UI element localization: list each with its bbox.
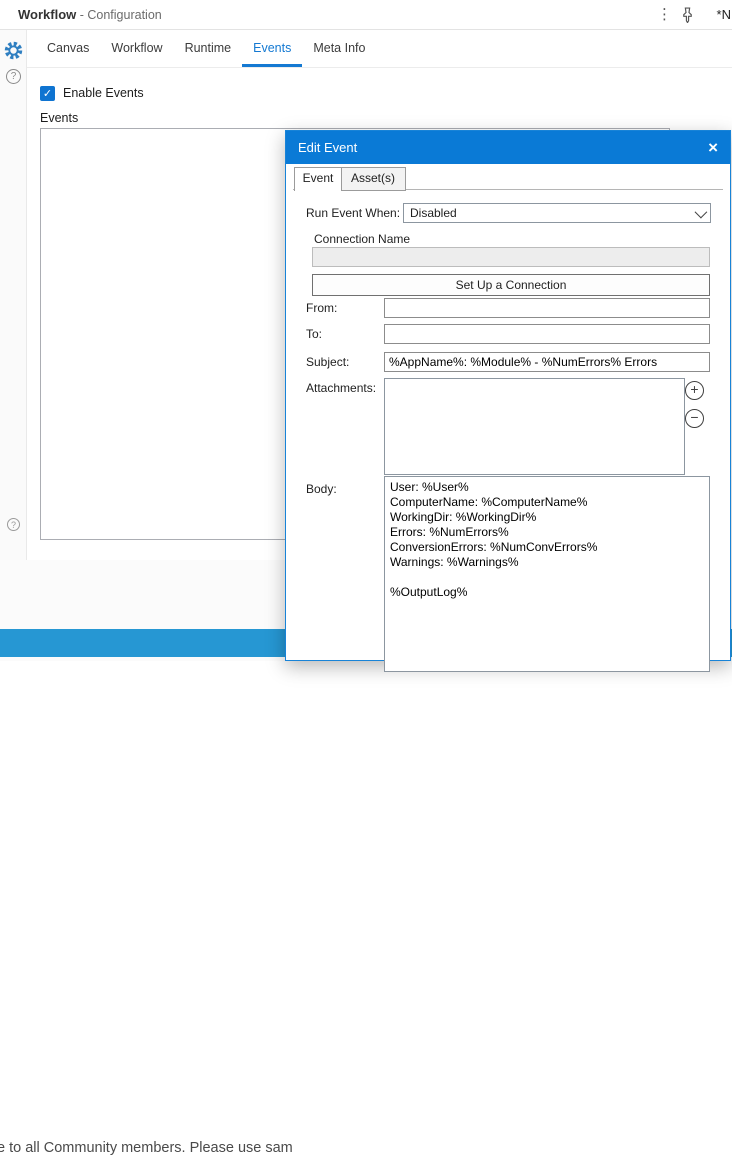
unsaved-workflow-hint: *N <box>716 7 731 22</box>
settings-gear-icon[interactable] <box>3 40 24 61</box>
more-options-icon[interactable]: ⋮ <box>657 6 672 24</box>
minus-icon: − <box>690 409 699 425</box>
body-label: Body: <box>306 482 337 496</box>
dialog-titlebar[interactable]: Edit Event × <box>286 131 730 164</box>
tab-workflow[interactable]: Workflow <box>100 30 173 67</box>
plus-icon: + <box>690 381 699 397</box>
tab-events[interactable]: Events <box>242 30 302 67</box>
enable-events-checkbox[interactable]: ✓ <box>40 86 55 101</box>
attachments-listbox[interactable] <box>384 378 685 475</box>
subject-field[interactable] <box>384 352 710 372</box>
tab-meta-info[interactable]: Meta Info <box>302 30 376 67</box>
tab-runtime[interactable]: Runtime <box>174 30 243 67</box>
run-event-when-label: Run Event When: <box>306 206 401 220</box>
from-field[interactable] <box>384 298 710 318</box>
dialog-tab-assets[interactable]: Asset(s) <box>340 167 406 191</box>
page-title-primary: Workflow <box>18 7 77 22</box>
enable-events-label: Enable Events <box>63 86 144 100</box>
close-icon[interactable]: × <box>708 139 718 156</box>
config-header: Workflow - Configuration ⋮ *N <box>0 0 732 30</box>
subject-label: Subject: <box>306 355 350 369</box>
run-event-when-select[interactable]: Disabled <box>403 203 711 223</box>
edit-event-dialog: Edit Event × Event Asset(s) Run Event Wh… <box>285 130 731 672</box>
body-field[interactable]: User: %User% ComputerName: %ComputerName… <box>384 476 710 672</box>
dialog-tab-event[interactable]: Event <box>294 167 342 191</box>
connection-name-label: Connection Name <box>314 232 411 246</box>
add-attachment-button[interactable]: + <box>685 381 704 400</box>
remove-attachment-button[interactable]: − <box>685 409 704 428</box>
chevron-down-icon <box>694 205 708 218</box>
to-label: To: <box>306 327 323 341</box>
dialog-title: Edit Event <box>298 140 358 155</box>
attachments-label: Attachments: <box>306 381 377 395</box>
help-icon[interactable]: ? <box>3 66 24 87</box>
connection-name-field <box>312 247 710 267</box>
from-label: From: <box>306 301 338 315</box>
tab-canvas[interactable]: Canvas <box>36 30 100 67</box>
community-banner-text: e to all Community members. Please use s… <box>0 1140 293 1156</box>
run-event-when-value: Disabled <box>410 206 457 220</box>
events-list-label: Events <box>40 111 79 125</box>
page-title-secondary: - Configuration <box>76 8 162 22</box>
check-icon: ✓ <box>42 88 53 100</box>
pin-icon[interactable] <box>681 7 694 28</box>
to-field[interactable] <box>384 324 710 344</box>
page-title: Workflow - Configuration <box>18 0 162 30</box>
config-tabstrip: Canvas Workflow Runtime Events Meta Info <box>27 30 732 68</box>
setup-connection-button[interactable]: Set Up a Connection <box>312 274 710 296</box>
background-help-icon: ? <box>3 514 24 535</box>
